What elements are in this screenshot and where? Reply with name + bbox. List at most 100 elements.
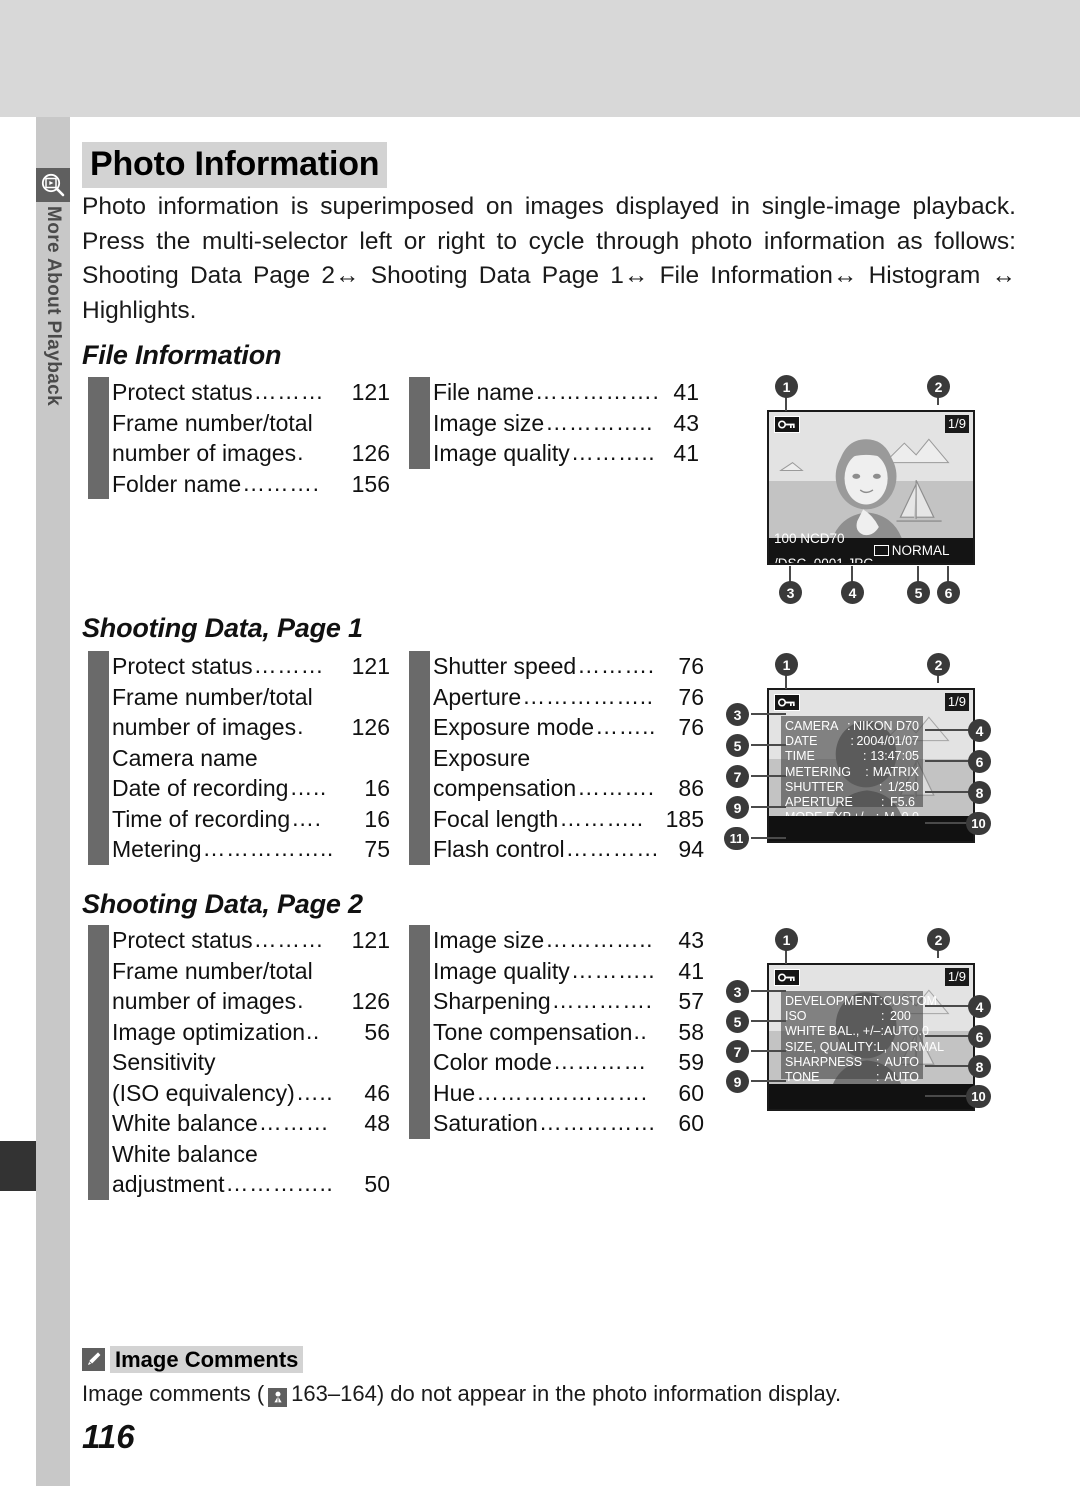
leader-line: [925, 1095, 970, 1097]
shooting2-data-value: L, NORMAL: [876, 1039, 945, 1054]
list-item-entry: number of images . 126: [109, 438, 390, 469]
list-item-label: File name: [433, 379, 534, 405]
list-item-page: 43: [678, 927, 704, 953]
colon-separator: :: [881, 1009, 885, 1024]
shooting1-data-row: CAMERA: NIKON D70: [785, 719, 919, 734]
list-item-label: Protect status: [112, 927, 253, 953]
note-title: Image Comments: [110, 1346, 304, 1373]
list-item: 2Frame number/total: [88, 408, 390, 439]
list-item-label: Image optimization: [112, 1018, 306, 1045]
list-item-label: Exposure mode: [433, 714, 595, 740]
list-item-page: 41: [673, 379, 699, 405]
list-item-entry: Focal length……….. 185: [430, 804, 704, 835]
callout-badge-4: 4: [968, 995, 991, 1018]
list-item: 1Protect status………121: [88, 925, 390, 956]
list-item-entry: compensation ………. 86: [430, 773, 704, 804]
list-item: 11Flash control …………94: [409, 834, 704, 865]
top-margin-band: [0, 0, 1080, 117]
list-item-page: 46: [364, 1079, 390, 1106]
list-item-page: 56: [364, 1018, 390, 1045]
leader-dots: …………..: [225, 1170, 334, 1196]
leader-dots: …………..: [545, 926, 653, 952]
list-item-page: 94: [678, 836, 704, 862]
section-title-file-information: File Information: [82, 340, 282, 370]
callout-badge-2: 2: [927, 375, 950, 398]
image-quality-group: NORMAL: [873, 538, 973, 563]
note-page-numbers: 163–164: [291, 1381, 377, 1406]
file-info-right-number-bar: [409, 377, 430, 469]
image-size-icon: [873, 545, 889, 556]
leader-dots: .: [297, 713, 304, 739]
shooting1-left-number-bar: [88, 651, 109, 865]
list-item: number of images . 126: [88, 438, 390, 469]
pencil-icon: [82, 1348, 105, 1371]
list-item-page: 76: [678, 653, 704, 679]
leader-line: [751, 990, 786, 992]
list-item: 9Color mode …………59: [409, 1047, 704, 1078]
leader-line: [751, 1020, 786, 1022]
list-item: 7Sharpening ………….57: [409, 986, 704, 1017]
callout-badge-6: 6: [968, 1025, 991, 1048]
note-text-before: Image comments (: [82, 1381, 265, 1406]
callout-badge-7: 7: [726, 1040, 749, 1063]
list-item: 4File name…………….41: [409, 377, 699, 408]
leader-line: [751, 713, 786, 715]
leader-dots: ………..: [559, 804, 644, 831]
callout-badge-4: 4: [841, 581, 864, 604]
list-item-label: Frame number/total: [112, 957, 313, 984]
leader-dots: …..: [295, 1078, 334, 1105]
shooting2-data-key: WHITE BAL., +/–: [785, 1024, 881, 1039]
leader-dots: ………….: [551, 987, 653, 1013]
list-item: Exposure: [409, 743, 704, 774]
leader-dots: ……………: [538, 1109, 657, 1135]
list-item-label: Protect status: [112, 379, 253, 405]
callout-badge-4: 4: [968, 719, 991, 742]
list-item-label: Camera name: [112, 744, 258, 771]
list-item-entry: number of images . 126: [109, 986, 390, 1017]
shooting1-data-row: APERTURE: F5.6: [785, 795, 919, 810]
shooting1-data-key: CAMERA: [785, 719, 839, 733]
callout-badge-3: 3: [726, 703, 749, 726]
shooting2-data-row: SHARPNESS: AUTO: [785, 1055, 919, 1070]
protect-status-icon: [774, 416, 800, 433]
list-item-page: 121: [351, 653, 390, 679]
shooting2-data-row: DEVELOPMENT: CUSTOM: [785, 994, 937, 1009]
list-item-page: 121: [351, 379, 390, 405]
shooting1-right-number-bar: [409, 651, 430, 865]
list-item-entry: Flash control ………… 94: [430, 834, 704, 865]
colon-separator: :: [875, 1054, 880, 1069]
list-item-entry: Time of recording …. 16: [109, 804, 390, 835]
file-info-left-number-bar: [88, 377, 109, 499]
list-item-entry: Protect status……… 121: [109, 925, 390, 956]
list-item: 8Aperture ……………..76: [409, 682, 704, 713]
shooting2-data-key: TONE: [785, 1070, 820, 1085]
list-item-label: Shutter speed: [433, 653, 577, 679]
list-item: 2Frame number/total: [88, 682, 390, 713]
list-item-entry: Tone compensation.. 58: [430, 1017, 704, 1048]
leader-dots: ………..: [570, 956, 656, 983]
list-item-entry: Exposure: [430, 743, 704, 774]
leader-dots: …………..: [545, 408, 653, 435]
list-item: adjustment ………….. 50: [88, 1169, 390, 1200]
leader-dots: …………: [552, 1048, 647, 1074]
leader-dots: ………: [253, 652, 325, 678]
leader-line: [925, 1035, 970, 1037]
list-item-label: Exposure: [433, 744, 531, 771]
list-item-entry: Saturation…………… 60: [430, 1108, 704, 1139]
shooting1-data-value: F5.6: [890, 795, 916, 810]
shooting2-data-value: AUTO: [884, 1054, 920, 1069]
leader-dots: …..: [289, 774, 327, 800]
list-item: 3Folder name ……….156: [88, 469, 390, 500]
list-item-label: number of images: [112, 988, 297, 1014]
page-reference-icon: [268, 1387, 288, 1407]
colon-separator: :: [863, 749, 867, 764]
shooting1-data-value: NIKON D70: [853, 719, 919, 733]
colon-separator: :: [878, 779, 883, 794]
list-item: 9Exposure mode ……..76: [409, 712, 704, 743]
shooting2-right-number-bar: [409, 925, 430, 1139]
list-item-entry: Image optimization.. 56: [109, 1017, 390, 1048]
list-item-page: 156: [351, 470, 390, 497]
leader-line: [925, 1065, 970, 1067]
list-item-page: 48: [364, 1110, 390, 1136]
shooting1-data-row: TIME:13:47:05: [785, 749, 919, 764]
